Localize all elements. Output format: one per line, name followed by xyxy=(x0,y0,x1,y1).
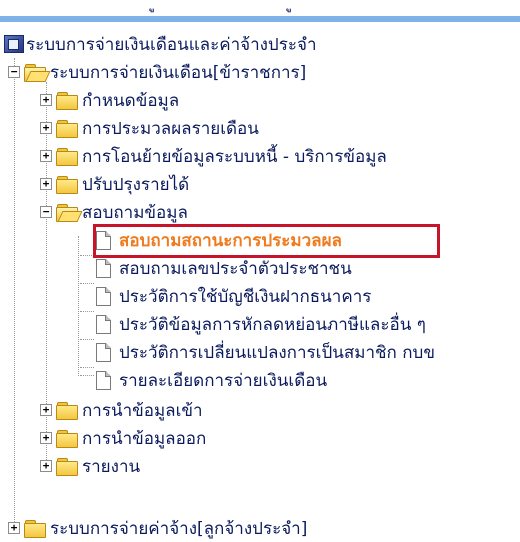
tree-node-label: การนำข้อมูลออก xyxy=(82,428,207,449)
folder-icon xyxy=(56,175,78,194)
tree-leaf[interactable]: รายละเอียดการจ่ายเงินเดือน xyxy=(96,366,327,394)
tree-node-label: การประมวลผลรายเดือน xyxy=(82,118,259,139)
tree-guide-branch xyxy=(80,283,94,284)
tree-guide-line xyxy=(78,236,79,376)
expand-icon[interactable]: + xyxy=(40,122,52,134)
tree-node-folder[interactable]: + การโอนย้ายข้อมูลระบบหนี้ - บริการข้อมู… xyxy=(40,142,387,170)
tree-leaf-label: รายละเอียดการจ่ายเงินเดือน xyxy=(119,370,328,391)
tree-node-folder[interactable]: + กำหนดข้อมูล xyxy=(40,86,179,114)
tree-guide-branch xyxy=(80,375,94,376)
tree-leaf-label: ประวัติการใช้บัญชีเงินฝากธนาคาร xyxy=(119,286,372,307)
tree-root-label: ระบบการจ่ายเงินเดือนและค่าจ้างประจำ xyxy=(26,34,317,55)
tree-node-folder[interactable]: + การนำข้อมูลออก xyxy=(40,424,206,452)
tree-node-system2[interactable]: + ระบบการจ่ายค่าจ้าง[ลูกจ้างประจำ] xyxy=(8,514,307,542)
document-icon xyxy=(96,314,111,334)
top-bar: ู ู xyxy=(0,0,520,22)
tree-node-label: การโอนย้ายข้อมูลระบบหนี้ - บริการข้อมูล xyxy=(82,146,387,167)
tree-node-folder[interactable]: + รายงาน xyxy=(40,452,140,480)
collapse-icon[interactable]: − xyxy=(40,206,52,218)
open-folder-icon xyxy=(24,63,51,82)
tree-node-label: สอบถามข้อมูล xyxy=(82,202,188,223)
tree-root[interactable]: ระบบการจ่ายเงินเดือนและค่าจ้างประจำ xyxy=(4,30,317,58)
tree-guide-branch xyxy=(80,367,94,368)
tree-node-label: ปรับปรุงรายได้ xyxy=(82,174,190,195)
expand-icon[interactable]: + xyxy=(40,150,52,162)
expand-icon[interactable]: + xyxy=(8,522,20,534)
tree-guide-branch xyxy=(80,255,94,256)
expand-icon[interactable]: + xyxy=(40,432,52,444)
tree-node-folder[interactable]: + การประมวลผลรายเดือน xyxy=(40,114,259,142)
tree-node-inquiry[interactable]: − สอบถามข้อมูล xyxy=(40,198,188,226)
tree-guide-line xyxy=(14,58,15,526)
tree-node-label: ระบบการจ่ายเงินเดือน[ข้าราชการ] xyxy=(50,62,307,83)
folder-icon xyxy=(24,519,46,538)
tree-leaf-label: ประวัติการเปลี่ยนแปลงการเป็นสมาชิก กบข xyxy=(119,342,435,363)
tree-node-label: รายงาน xyxy=(82,456,141,477)
tree-node-label: ระบบการจ่ายค่าจ้าง[ลูกจ้างประจำ] xyxy=(50,518,308,539)
folder-icon xyxy=(56,91,78,110)
tree-node-folder[interactable]: + การนำข้อมูลเข้า xyxy=(40,396,203,424)
tree-node-label: การนำข้อมูลเข้า xyxy=(82,400,203,421)
folder-icon xyxy=(56,401,78,420)
tree-guide-branch xyxy=(80,311,94,312)
highlight-box xyxy=(93,224,440,258)
tree-leaf-label: ประวัติข้อมูลการหักลดหย่อนภาษีและอื่น ๆ xyxy=(119,314,426,335)
tree-leaf[interactable]: ประวัติการเปลี่ยนแปลงการเป็นสมาชิก กบข xyxy=(96,338,435,366)
expand-icon[interactable]: + xyxy=(40,404,52,416)
tree-leaf[interactable]: สอบถามเลขประจำตัวประชาชน xyxy=(96,254,352,282)
folder-icon xyxy=(56,429,78,448)
document-icon xyxy=(96,370,111,390)
folder-icon xyxy=(56,457,78,476)
tree-node-label: กำหนดข้อมูล xyxy=(82,90,180,111)
folder-icon xyxy=(56,147,78,166)
document-icon xyxy=(96,286,111,306)
collapse-icon[interactable]: − xyxy=(8,66,20,78)
document-icon xyxy=(96,258,111,278)
expand-icon[interactable]: + xyxy=(40,460,52,472)
open-folder-icon xyxy=(56,203,83,222)
tree-node-system1[interactable]: − ระบบการจ่ายเงินเดือน[ข้าราชการ] xyxy=(8,58,306,86)
tree-leaf-label: สอบถามเลขประจำตัวประชาชน xyxy=(119,258,352,279)
tree-node-folder[interactable]: + ปรับปรุงรายได้ xyxy=(40,170,189,198)
expand-icon[interactable]: + xyxy=(40,94,52,106)
top-strip xyxy=(0,16,520,22)
tree-guide-branch xyxy=(80,339,94,340)
folder-icon xyxy=(56,119,78,138)
document-icon xyxy=(96,342,111,362)
application-icon xyxy=(4,35,24,53)
tree-leaf[interactable]: ประวัติข้อมูลการหักลดหย่อนภาษีและอื่น ๆ xyxy=(96,310,426,338)
tree-leaf[interactable]: ประวัติการใช้บัญชีเงินฝากธนาคาร xyxy=(96,282,371,310)
expand-icon[interactable]: + xyxy=(40,178,52,190)
